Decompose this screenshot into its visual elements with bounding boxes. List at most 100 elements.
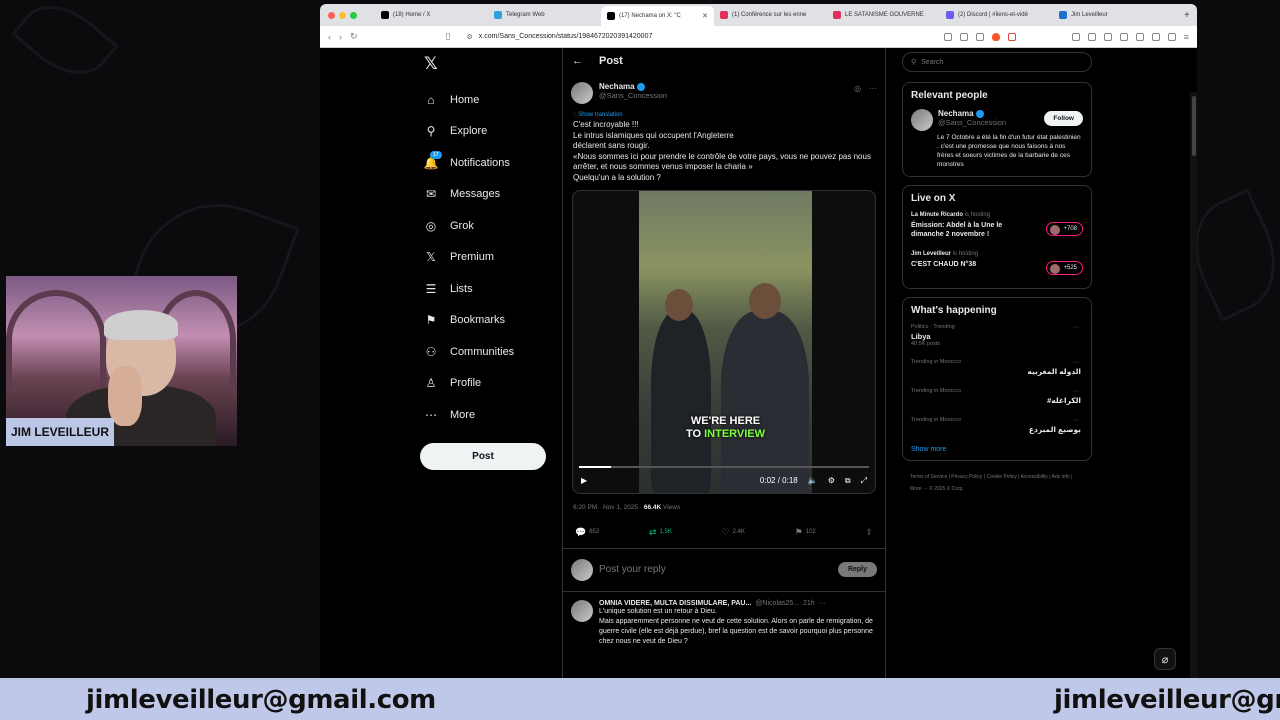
more-options-icon[interactable]: ··· — [819, 600, 826, 607]
more-options-icon[interactable]: ··· — [1072, 417, 1079, 424]
brave-shield-icon[interactable] — [991, 32, 1000, 41]
post-button[interactable]: Post — [420, 442, 546, 470]
bookmark-action[interactable]: ⚑ 102 — [795, 527, 816, 538]
browser-tab[interactable]: (1) Conférence sur les enne — [714, 6, 827, 24]
browser-tab[interactable]: Telegram Web — [488, 6, 601, 24]
avatar[interactable] — [571, 82, 593, 104]
more-options-icon[interactable]: ··· — [1072, 388, 1079, 395]
nav-item-premium[interactable]: 𝕏 Premium — [420, 242, 560, 274]
nav-item-home[interactable]: ⌂ Home — [420, 84, 560, 116]
tab-bar: (18) Home / X Telegram Web (17) Nechama on… — [320, 4, 1197, 26]
back-arrow-icon[interactable]: ← — [572, 55, 583, 67]
reply-author-name[interactable]: OMNIA VIDERE, MULTA DISSIMULARE, PAU... — [599, 600, 751, 607]
video-frame[interactable]: WE'RE HERE TO INTERVIEW — [639, 190, 812, 493]
video-player[interactable]: WE'RE HERE TO INTERVIEW ▶ 0:02 / 0:18 🔈 … — [572, 189, 876, 494]
post-timestamp[interactable]: 6:20 PM · Nov 1, 2025 · — [573, 504, 642, 511]
nav-item-more[interactable]: ⋯ More — [420, 399, 560, 431]
play-icon[interactable]: ▶ — [581, 476, 587, 485]
tab-favicon-icon — [720, 11, 728, 19]
browser-tab[interactable]: LE SATANISME GOUVERNE — [827, 6, 940, 24]
settings-icon[interactable]: ⚙ — [828, 476, 835, 485]
avatar[interactable] — [911, 109, 933, 131]
sidebar-icon[interactable] — [1119, 32, 1128, 41]
trend-item[interactable]: Trending in Morocco #الكراغله ··· — [911, 388, 1083, 405]
url-field[interactable]: ⚙ x.com/Sans_Concession/status/198467202… — [459, 29, 936, 45]
browser-tab[interactable]: (18) Home / X — [375, 6, 488, 24]
url-text: x.com/Sans_Concession/status/19846720203… — [478, 33, 653, 40]
nav-item-profile[interactable]: ♙ Profile — [420, 368, 560, 400]
video-caption: WE'RE HERE TO INTERVIEW — [639, 415, 812, 441]
show-more-link[interactable]: Show more — [911, 446, 1083, 453]
vpn-icon[interactable] — [1151, 32, 1160, 41]
cast-icon[interactable] — [943, 32, 952, 41]
footer-links[interactable]: Terms of Service | Privacy Policy | Cook… — [902, 469, 1092, 497]
tab-favicon-icon — [1059, 11, 1067, 19]
reply-input[interactable]: Post your reply — [599, 564, 832, 575]
nav-item-messages[interactable]: ✉ Messages — [420, 179, 560, 211]
avatar[interactable] — [571, 599, 593, 622]
nav-item-grok[interactable]: ◎ Grok — [420, 210, 560, 242]
trend-item[interactable]: Politics · Trending Libya 40.5K posts ··· — [911, 324, 1083, 347]
reload-icon[interactable]: ↻ — [350, 31, 358, 42]
relevant-person[interactable]: Nechama @Sans_Concession Follow — [911, 109, 1083, 131]
share-action[interactable]: ⇪ — [865, 527, 873, 538]
more-options-icon[interactable]: ··· — [1072, 324, 1079, 331]
back-icon[interactable]: ‹ — [328, 32, 331, 42]
trend-item[interactable]: Trending in Morocco بوصبع المبردع ··· — [911, 417, 1083, 434]
nav-item-lists[interactable]: ☰ Lists — [420, 273, 560, 305]
video-progress-bar[interactable] — [579, 465, 869, 468]
media-icon[interactable] — [1103, 32, 1112, 41]
trend-context: Politics · Trending — [911, 324, 955, 330]
grok-floating-icon[interactable]: ⌀ — [1154, 648, 1176, 670]
page-scrollbar[interactable] — [1190, 92, 1197, 678]
nav-item-bookmarks[interactable]: ⚑ Bookmarks — [420, 305, 560, 337]
tab-favicon-icon — [607, 12, 615, 20]
reply-item[interactable]: OMNIA VIDERE, MULTA DISSIMULARE, PAU... … — [563, 592, 885, 647]
more-options-icon[interactable]: ··· — [869, 84, 877, 93]
video-controls: ▶ 0:02 / 0:18 🔈 ⚙ ⧉ ⤢ — [581, 476, 867, 486]
maximize-window-icon[interactable] — [350, 11, 357, 19]
site-info-icon[interactable]: ⚙ — [467, 33, 473, 41]
minimize-window-icon[interactable] — [339, 11, 346, 19]
close-tab-icon[interactable]: ✕ — [702, 12, 708, 20]
notification-badge: 17 — [430, 150, 442, 159]
author-name[interactable]: Nechama — [599, 82, 667, 91]
live-item[interactable]: La Minute Ricardo is hosting Émission: Ab… — [911, 212, 1083, 239]
grok-explain-icon[interactable]: ◎ — [854, 84, 861, 93]
show-translation-link[interactable]: ◌ Show translation — [563, 104, 885, 118]
author-handle[interactable]: @Sans_Concession — [599, 91, 667, 100]
wallet-icon[interactable] — [1135, 32, 1144, 41]
rewards-icon[interactable] — [1007, 32, 1016, 41]
search-input[interactable]: ⚲ Search — [902, 52, 1092, 72]
browser-tab[interactable]: Jim Leveilleur — [1053, 6, 1166, 24]
menu-icon[interactable]: ≡ — [1184, 32, 1189, 42]
repost-action[interactable]: ⇄ 1.5K — [649, 527, 672, 538]
more-options-icon[interactable]: ··· — [1072, 359, 1079, 366]
scrollbar-thumb[interactable] — [1192, 96, 1196, 156]
download-icon[interactable] — [1167, 32, 1176, 41]
close-window-icon[interactable] — [328, 11, 335, 19]
share-icon[interactable] — [975, 32, 984, 41]
fullscreen-icon[interactable]: ⤢ — [861, 476, 867, 486]
nav-item-notifications[interactable]: 🔔 17 Notifications — [420, 147, 560, 179]
extensions-icon[interactable] — [1071, 32, 1080, 41]
reply-button[interactable]: Reply — [837, 562, 877, 578]
pip-icon[interactable]: ⧉ — [845, 476, 851, 486]
translate-icon[interactable] — [959, 32, 968, 41]
nav-item-communities[interactable]: ⚇ Communities — [420, 336, 560, 368]
reply-author-handle[interactable]: @Nicolas25... — [755, 600, 799, 607]
live-item[interactable]: Jim Leveilleur is hosting C'EST CHAUD N°3… — [911, 251, 1083, 275]
screenshot-icon[interactable] — [1087, 32, 1096, 41]
follow-button[interactable]: Follow — [1044, 111, 1083, 126]
trend-item[interactable]: Trending in Morocco الدوله المغربيه ··· — [911, 359, 1083, 376]
bookmark-page-icon[interactable]: ▯ — [446, 31, 451, 42]
browser-tab[interactable]: (17) Nechama on X: "C ✕ — [601, 6, 714, 26]
new-tab-icon[interactable]: + — [1184, 10, 1190, 21]
nav-item-explore[interactable]: ⚲ Explore — [420, 116, 560, 148]
mute-icon[interactable]: 🔈 — [808, 476, 818, 485]
browser-tab[interactable]: (2) Discord | #liens-et-vidé — [940, 6, 1053, 24]
reply-action[interactable]: 💬 852 — [575, 527, 599, 538]
x-logo-icon[interactable]: 𝕏 — [424, 54, 560, 74]
forward-icon[interactable]: › — [339, 32, 342, 42]
like-action[interactable]: ♡ 2.4K — [722, 527, 745, 538]
